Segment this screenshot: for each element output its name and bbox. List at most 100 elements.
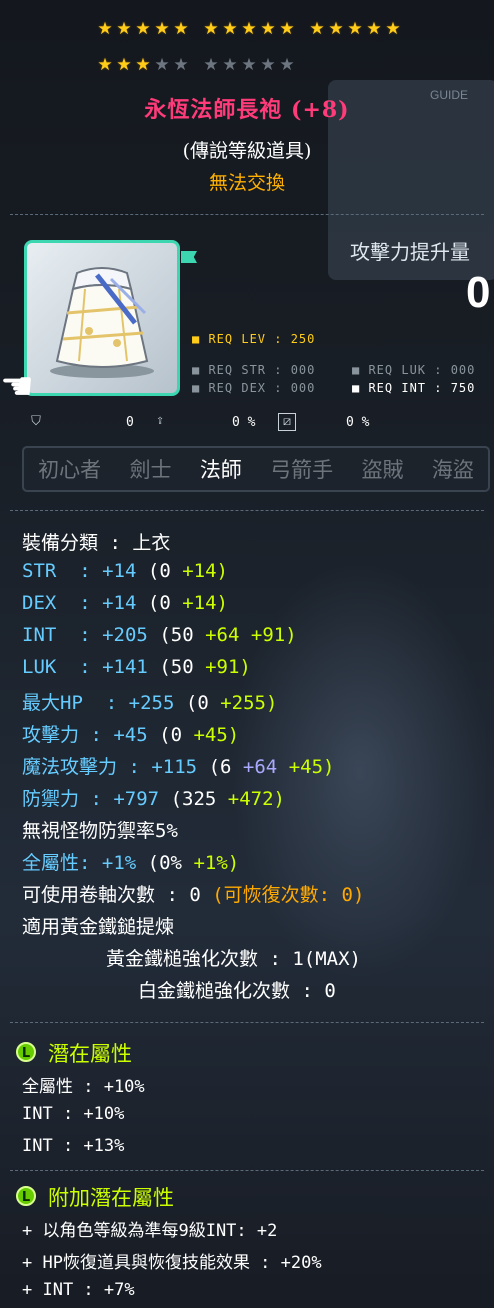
stat-int: INT : +205 (50 +64 +91) xyxy=(22,624,297,646)
item-trade-status: 無法交換 xyxy=(208,172,285,194)
stat-int-total: : +205 xyxy=(79,624,148,646)
star-group: ★ ★ ★ ★ ★ xyxy=(308,20,402,38)
star-filled-icon: ★ xyxy=(97,55,113,75)
star-group: ★ ★ ★ ★ ★ xyxy=(96,20,190,38)
job-label: 初心者 xyxy=(38,458,102,482)
star-filled-icon: ★ xyxy=(154,19,170,39)
stat-int-label: INT xyxy=(22,624,57,646)
job-requirement-bar: 初心者 劍士 法師 弓箭手 盜賊 海盜 xyxy=(22,446,490,492)
stat-str-base: (0 xyxy=(147,560,171,582)
stat-def-total: : +797 xyxy=(90,788,160,810)
bonus-potential-line: + INT : +7% xyxy=(22,1280,135,1300)
req-int: ■ REQ INT : 750 xyxy=(352,381,476,395)
stat-allstat-bonus: +1%) xyxy=(193,852,240,874)
stat-hp-label: 最大HP xyxy=(22,692,83,714)
stat-matk-total: : +115 xyxy=(128,756,198,778)
stat-dex-base: (0 xyxy=(147,592,171,614)
stat-atk-total: : +45 xyxy=(90,724,148,746)
star-filled-icon: ★ xyxy=(385,19,401,39)
cursor-hand-icon: ☚ xyxy=(0,364,35,408)
star-empty-icon: ★ xyxy=(241,55,257,75)
bonus-potential-line: + 以角色等級為準每9級INT: +2 xyxy=(22,1221,278,1241)
divider xyxy=(10,510,484,511)
star-group: ★ ★ ★ ★ ★ xyxy=(96,56,190,74)
star-empty-icon: ★ xyxy=(279,55,295,75)
stat-allstat-total: : +1% xyxy=(79,852,137,874)
bonus-potential-line: + HP恢復道具與恢復技能效果 : +20% xyxy=(22,1253,322,1273)
item-icon-frame xyxy=(24,240,180,396)
stat-int-bonus: +91) xyxy=(250,624,297,646)
stat-category: 裝備分類 : 上衣 xyxy=(22,532,171,554)
stat-def-base: (325 xyxy=(170,788,217,810)
req-luk: ■ REQ LUK : 000 xyxy=(352,363,476,377)
stat-luk-base: (50 xyxy=(159,656,194,678)
stat-str-total: : +14 xyxy=(79,560,137,582)
stat-luk-total: : +141 xyxy=(79,656,148,678)
legendary-flag-icon xyxy=(181,251,197,263)
star-empty-icon: ★ xyxy=(154,55,170,75)
stat-matk-base: (6 xyxy=(208,756,232,778)
req-str: ■ REQ STR : 000 xyxy=(192,363,316,377)
stat-gold-hammer: 黃金鐵槌強化次數 : 1(MAX) xyxy=(106,948,361,970)
stat-atk-bonus: +45) xyxy=(193,724,240,746)
star-filled-icon: ★ xyxy=(97,19,113,39)
job-label: 劍士 xyxy=(129,458,172,482)
stat-dex: DEX : +14 (0 +14) xyxy=(22,592,228,614)
stat-matk-bonus: +45) xyxy=(288,756,335,778)
stat-allstat-label: 全屬性 xyxy=(22,852,80,874)
slash-box-icon: ⧄ xyxy=(278,413,296,431)
star-empty-icon: ★ xyxy=(203,55,219,75)
star-force-row-1: ★ ★ ★ ★ ★ ★ ★ ★ ★ ★ ★ ★ ★ ★ ★ xyxy=(96,20,412,38)
stat-plat-hammer: 白金鐵槌強化次數 : 0 xyxy=(138,980,336,1002)
stat-hp-bonus: +255) xyxy=(220,692,278,714)
stat-matk-label: 魔法攻擊力 xyxy=(22,756,118,778)
star-filled-icon: ★ xyxy=(135,19,151,39)
stat-dex-total: : +14 xyxy=(79,592,137,614)
divider xyxy=(10,214,484,215)
divider xyxy=(10,1170,484,1171)
robe-icon xyxy=(50,267,154,378)
star-filled-icon: ★ xyxy=(241,19,257,39)
potential-line: 全屬性 : +10% xyxy=(22,1077,145,1097)
job-label: 海盜 xyxy=(431,458,474,482)
stat-def: 防禦力 : +797 (325 +472) xyxy=(22,784,285,811)
job-label: 盜賊 xyxy=(361,458,404,482)
stat-def-bonus: +472) xyxy=(227,788,285,810)
potential-title: 潛在屬性 xyxy=(48,1042,132,1066)
stat-hammer: 適用黃金鐵鎚提煉 xyxy=(22,916,175,938)
stat-allstat-base: (0% xyxy=(147,852,182,874)
star-filled-icon: ★ xyxy=(116,55,132,75)
stat-dex-label: DEX xyxy=(22,592,57,614)
misc-value-2: 0 % xyxy=(232,415,256,430)
req-dex: ■ REQ DEX : 000 xyxy=(192,381,316,395)
job-label: 法師 xyxy=(199,458,242,482)
stat-upgrades: 可使用卷軸次數 : 0 (可恢復次數: 0) xyxy=(22,880,364,907)
star-filled-icon: ★ xyxy=(203,19,219,39)
star-filled-icon: ★ xyxy=(328,19,344,39)
job-label: 弓箭手 xyxy=(270,458,334,482)
item-name: 永恆法師長袍 (+8) xyxy=(144,97,350,123)
background-panel-text: 攻擊力提升量 xyxy=(350,240,470,264)
shield-icon: ⛉ xyxy=(31,414,41,429)
potential-line: INT : +13% xyxy=(22,1136,125,1156)
star-group: ★ ★ ★ ★ ★ xyxy=(202,56,296,74)
bonus-potential-title: 附加潛在屬性 xyxy=(48,1186,174,1210)
stat-upgrades-recover: (可恢復次數: 0) xyxy=(212,884,365,906)
stat-str: STR : +14 (0 +14) xyxy=(22,560,228,582)
star-force-row-2: ★ ★ ★ ★ ★ ★ ★ ★ ★ ★ xyxy=(96,56,306,74)
stat-def-label: 防禦力 xyxy=(22,788,80,810)
potential-line: INT : +10% xyxy=(22,1104,125,1124)
stat-dex-bonus: +14) xyxy=(182,592,228,614)
background-big-digit: 0 xyxy=(466,268,491,317)
star-filled-icon: ★ xyxy=(173,19,189,39)
upload-icon: ⇪ xyxy=(156,413,164,428)
star-empty-icon: ★ xyxy=(260,55,276,75)
stat-ignore-def: 無視怪物防禦率5% xyxy=(22,820,178,842)
stat-upgrades-count: 可使用卷軸次數 : 0 xyxy=(22,884,201,906)
item-grade: (傳說等級道具) xyxy=(182,140,312,162)
star-filled-icon: ★ xyxy=(116,19,132,39)
star-group: ★ ★ ★ ★ ★ xyxy=(202,20,296,38)
star-filled-icon: ★ xyxy=(347,19,363,39)
item-tooltip: GUIDE 攻擊力提升量 0 ★ ★ ★ ★ ★ ★ ★ ★ ★ ★ ★ ★ ★ ★ ★ ★ ★ ★ ★ ★ ★ ★ ★ ★… xyxy=(0,0,494,1308)
stat-int-base: (50 xyxy=(159,624,194,646)
